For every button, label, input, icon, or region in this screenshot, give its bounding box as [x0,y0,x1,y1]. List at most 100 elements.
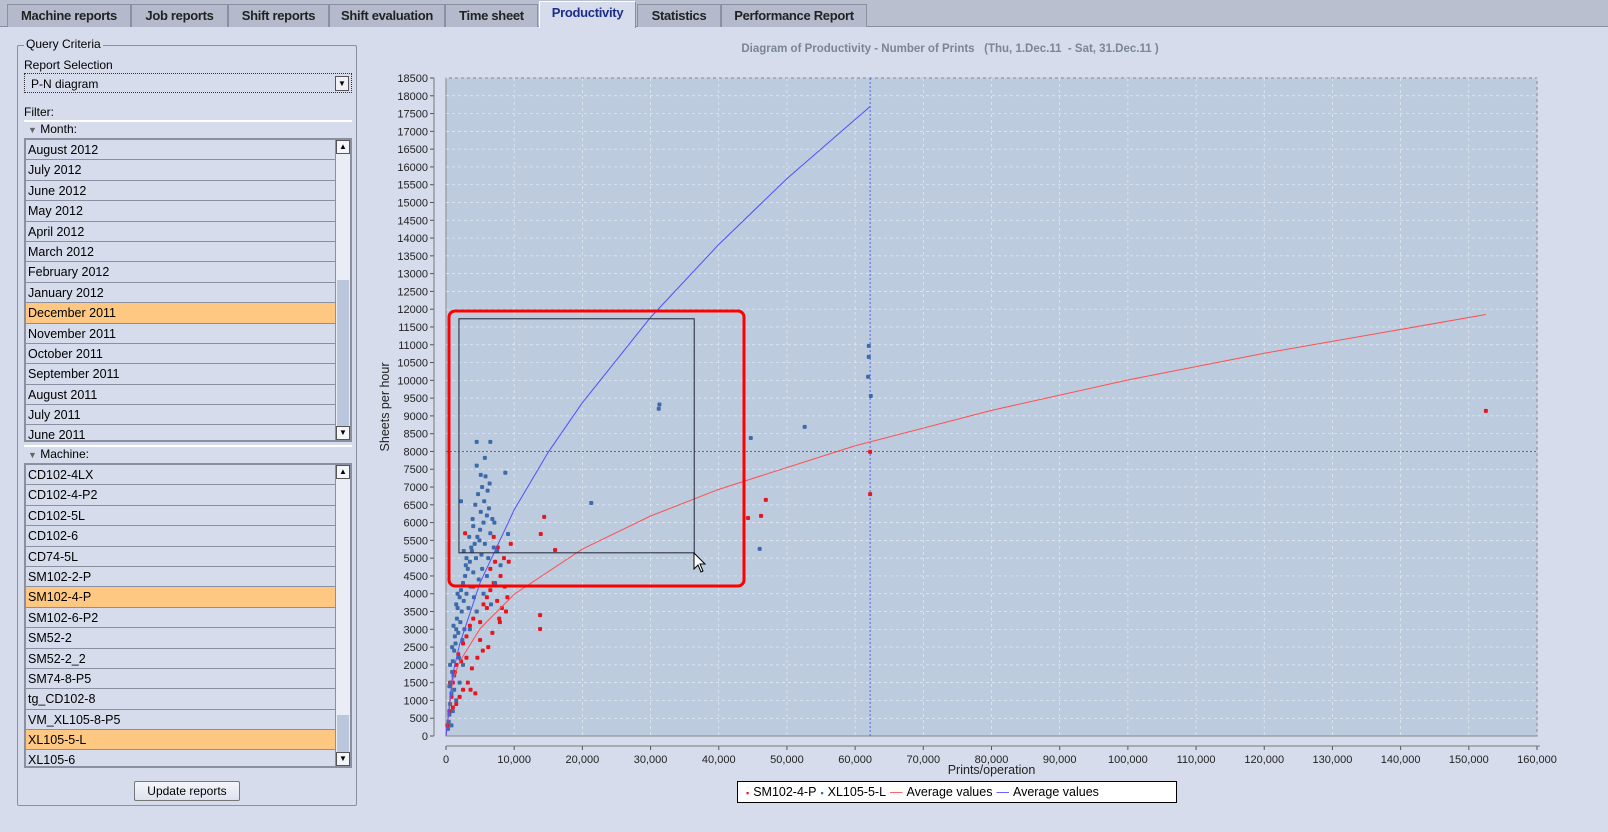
data-point-sm102-4-p [506,559,511,564]
list-item[interactable]: June 2012 [26,180,336,202]
list-item[interactable]: SM102-2-P [26,566,336,588]
machine-list[interactable]: CD102-4LX CD102-4-P2 CD102-5L CD102-6 CD74-5… [24,463,352,768]
data-point-xl105-5-l [498,563,503,568]
y-tick-label: 12500 [397,286,428,298]
x-tick-label: 50,000 [770,754,804,766]
list-item[interactable]: July 2011 [26,405,336,426]
list-item[interactable]: VM_XL105-8-P5 [26,709,336,731]
y-tick-label: 3000 [404,624,428,636]
scroll-down-icon[interactable]: ▼ [336,752,350,766]
y-tick-label: 8000 [404,446,428,458]
list-item[interactable]: October 2011 [26,343,336,365]
data-point-xl105-5-l [454,616,459,621]
data-point-xl105-5-l [448,662,453,667]
list-item[interactable]: SM102-4-P [26,587,336,608]
tab-statistics[interactable]: Statistics [637,4,721,27]
machine-group-header[interactable]: ▼ Machine: [24,445,352,462]
data-point-sm102-4-p [468,687,473,692]
legend-entry: Average values [906,785,993,799]
data-point-xl105-5-l [488,439,493,444]
y-tick-label: 16000 [397,162,428,174]
list-item[interactable]: July 2012 [26,160,336,181]
tab-shift-evaluation[interactable]: Shift evaluation [329,4,445,27]
data-point-xl105-5-l [475,534,480,539]
data-point-sm102-4-p [868,449,873,454]
y-tick-label: 3500 [404,607,428,619]
scrollbar-thumb[interactable] [337,715,349,755]
data-point-xl105-5-l [463,563,468,568]
data-point-xl105-5-l [481,520,486,525]
list-item[interactable]: December 2011 [26,303,336,324]
tab-machine-reports[interactable]: Machine reports [7,4,131,27]
list-item[interactable]: November 2011 [26,323,336,344]
machine-header-label: Machine: [40,447,89,461]
list-item[interactable]: May 2012 [26,201,336,222]
scroll-up-icon[interactable]: ▲ [336,465,350,479]
data-point-xl105-5-l [450,645,455,650]
scroll-down-icon[interactable]: ▼ [336,426,350,440]
data-point-sm102-4-p [481,602,486,607]
list-item[interactable]: June 2011 [26,425,336,440]
list-item[interactable]: February 2012 [26,262,336,283]
y-tick-label: 17500 [397,109,428,121]
data-point-xl105-5-l [757,546,762,551]
list-item[interactable]: January 2012 [26,282,336,304]
report-selection-dropdown[interactable]: P-N diagram ▼ [24,73,352,93]
y-tick-label: 9500 [404,393,428,405]
legend-entry: SM102-4-P [753,785,817,799]
tab-productivity[interactable]: Productivity [539,1,636,28]
scrollbar-thumb[interactable] [337,280,349,426]
data-point-xl105-5-l [589,501,594,506]
data-point-xl105-5-l [466,605,471,610]
data-point-sm102-4-p [473,691,478,696]
data-point-sm102-4-p [1483,408,1488,413]
month-list-scrollbar[interactable]: ▲ ▼ [335,140,350,440]
tab-performance-report[interactable]: Performance Report [721,4,867,27]
list-item[interactable]: CD102-5L [26,505,336,527]
y-tick-label: 15000 [397,197,428,209]
y-tick-label: 1000 [404,695,428,707]
data-point-sm102-4-p [475,655,480,660]
month-group-header[interactable]: ▼ Month: [24,120,352,137]
list-item[interactable]: April 2012 [26,221,336,242]
data-point-xl105-5-l [472,541,477,546]
chevron-down-icon[interactable]: ▼ [335,76,349,91]
productivity-chart[interactable]: 0 500 1000 1500 2000 2500 3000 3500 4000 4500 5000… [360,30,1570,780]
tab-time-sheet[interactable]: Time sheet [445,4,538,27]
data-point-sm102-4-p [538,626,543,631]
y-tick-label: 16500 [397,144,428,156]
y-tick-label: 10000 [397,375,428,387]
list-item[interactable]: SM52-2 [26,628,336,649]
data-point-sm102-4-p [497,616,502,621]
list-item[interactable]: August 2012 [26,140,336,161]
data-point-sm102-4-p [461,641,466,646]
list-item[interactable]: tg_CD102-8 [26,689,336,710]
data-point-xl105-5-l [492,520,497,525]
x-tick-label: 150,000 [1449,754,1489,766]
update-reports-button[interactable]: Update reports [134,781,240,801]
month-list[interactable]: August 2012 July 2012 June 2012 May 2012 Apr… [24,138,352,442]
list-item[interactable]: XL105-6 [26,750,336,766]
list-item[interactable]: August 2011 [26,384,336,406]
data-point-sm102-4-p [488,566,493,571]
list-item[interactable]: CD102-4LX [26,465,336,486]
data-point-sm102-4-p [542,514,547,519]
list-item[interactable]: September 2011 [26,364,336,385]
list-item[interactable]: SM102-6-P2 [26,607,336,629]
data-point-xl105-5-l [461,598,466,603]
machine-list-scrollbar[interactable]: ▲ ▼ [335,465,350,766]
list-item[interactable]: SM74-8-P5 [26,668,336,690]
tab-shift-reports[interactable]: Shift reports [228,4,329,27]
tab-job-reports[interactable]: Job reports [131,4,228,27]
list-item[interactable]: SM52-2_2 [26,648,336,669]
scroll-up-icon[interactable]: ▲ [336,140,350,154]
list-item[interactable]: CD74-5L [26,546,336,567]
data-point-sm102-4-p [469,666,474,671]
data-point-sm102-4-p [478,620,483,625]
list-item[interactable]: March 2012 [26,241,336,263]
x-tick-label: 0 [443,754,449,766]
list-item[interactable]: CD102-4-P2 [26,485,336,506]
list-item[interactable]: XL105-5-L [26,730,336,751]
list-item[interactable]: CD102-6 [26,526,336,547]
data-point-sm102-4-p [464,655,469,660]
